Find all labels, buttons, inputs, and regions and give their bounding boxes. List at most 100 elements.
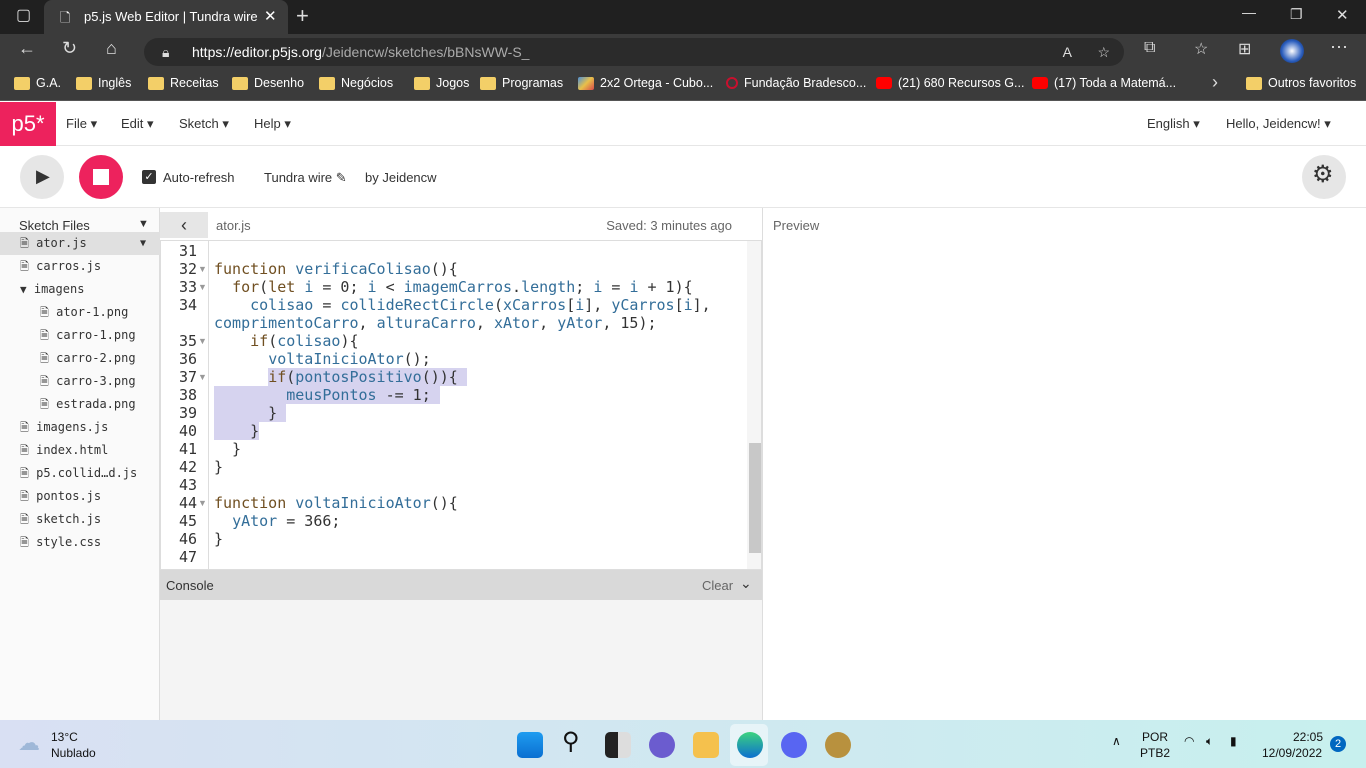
file-item[interactable]: 🗎 carro-2.png xyxy=(0,347,160,370)
file-item[interactable]: 🗎 estrada.png xyxy=(0,393,160,416)
bookmark-item[interactable]: (21) 680 Recursos G... xyxy=(876,76,1024,90)
clock-time[interactable]: 22:05 xyxy=(1293,730,1323,744)
code-token: for xyxy=(232,278,260,296)
code-line: } xyxy=(214,440,241,458)
code-token: = xyxy=(313,296,341,314)
settings-button[interactable]: ⚙ xyxy=(1302,155,1346,199)
profile-avatar[interactable] xyxy=(1280,39,1304,63)
file-item[interactable]: 🗎 carro-1.png xyxy=(0,324,160,347)
code-token: ], xyxy=(692,296,711,314)
back-icon[interactable]: ← xyxy=(18,38,36,59)
more-icon[interactable]: ⋯ xyxy=(1330,37,1348,58)
code-token: alturaCarro xyxy=(376,314,476,332)
collections-icon[interactable]: ⊞ xyxy=(1238,39,1251,59)
console-clear-button[interactable]: Clear xyxy=(702,578,733,593)
sidebar-menu-chevron-icon[interactable]: ▼ xyxy=(138,218,149,230)
menu-edit[interactable]: Edit ▾ xyxy=(121,116,154,132)
file-item[interactable]: 🗎 imagens.js xyxy=(0,416,160,439)
file-item[interactable]: 🗎 ator-1.png xyxy=(0,301,160,324)
bookmark-item[interactable]: 2x2 Ortega - Cubo... xyxy=(578,76,713,90)
collapse-console-chevron-icon[interactable]: ⌄ xyxy=(740,575,752,592)
more-bookmarks-chevron-icon[interactable]: › xyxy=(1212,72,1218,93)
scrollbar-thumb[interactable] xyxy=(749,443,761,553)
browser-tab[interactable]: 🗋 p5.js Web Editor | Tundra wire ✕ xyxy=(44,0,288,34)
close-window-icon[interactable]: ✕ xyxy=(1336,6,1349,24)
fold-arrow-icon[interactable]: ▼ xyxy=(198,494,207,512)
bookmark-item[interactable]: Programas xyxy=(480,76,563,90)
line-number: 33 xyxy=(178,278,197,296)
file-item[interactable]: 🗎 index.html xyxy=(0,439,160,462)
language-menu[interactable]: English ▾ xyxy=(1147,116,1200,132)
file-item[interactable]: 🗎 pontos.js xyxy=(0,485,160,508)
bookmark-item[interactable]: Jogos xyxy=(414,76,469,90)
menu-sketch[interactable]: Sketch ▾ xyxy=(179,116,229,132)
battery-icon[interactable]: ▮ xyxy=(1230,734,1237,748)
bookmark-other-favorites[interactable]: Outros favoritos xyxy=(1246,76,1356,90)
fold-arrow-icon[interactable]: ▼ xyxy=(198,368,207,386)
bookmark-label: Receitas xyxy=(170,76,219,90)
url-input[interactable]: 🔒︎ https://editor.p5js.org/Jeidencw/sket… xyxy=(144,38,1124,66)
stop-button[interactable] xyxy=(79,155,123,199)
bookmark-item[interactable]: G.A. xyxy=(14,76,61,90)
file-item[interactable]: 🗎 carros.js xyxy=(0,255,160,278)
bookmark-item[interactable]: Negócios xyxy=(319,76,393,90)
refresh-icon[interactable]: ↻ xyxy=(62,38,77,59)
wifi-icon[interactable]: ◠ xyxy=(1184,734,1194,748)
language-indicator[interactable]: POR xyxy=(1142,730,1168,744)
home-icon[interactable]: ⌂ xyxy=(106,38,117,59)
file-item[interactable]: 🗎 ator.js ▼ xyxy=(0,232,160,255)
notification-badge[interactable]: 2 xyxy=(1330,736,1346,752)
p5-logo[interactable]: p5* xyxy=(0,102,56,146)
league-of-legends-icon[interactable] xyxy=(825,732,851,758)
new-tab-icon[interactable]: + xyxy=(296,3,309,29)
menu-file[interactable]: File ▾ xyxy=(66,116,97,132)
weather-temp[interactable]: 13°C xyxy=(51,730,78,744)
file-options-chevron-icon[interactable]: ▼ xyxy=(140,232,146,255)
tab-actions-icon[interactable]: ▢ xyxy=(16,5,31,25)
task-view-icon[interactable] xyxy=(605,732,631,758)
discord-icon[interactable] xyxy=(781,732,807,758)
play-button[interactable]: ▶ xyxy=(20,155,64,199)
scrollbar[interactable] xyxy=(747,241,761,569)
favorite-icon[interactable]: ☆ xyxy=(1097,38,1110,66)
close-tab-icon[interactable]: ✕ xyxy=(264,7,277,25)
auto-refresh-checkbox[interactable]: ✓ xyxy=(142,170,156,184)
bookmark-item[interactable]: Desenho xyxy=(232,76,304,90)
fold-arrow-icon[interactable]: ▼ xyxy=(198,332,207,350)
bookmark-item[interactable]: Receitas xyxy=(148,76,219,90)
file-icon: 🗎 xyxy=(20,444,29,457)
minimize-icon[interactable]: — xyxy=(1242,4,1256,20)
fold-arrow-icon[interactable]: ▼ xyxy=(198,260,207,278)
bookmark-item[interactable]: Fundação Bradesco... xyxy=(726,76,866,90)
weather-desc[interactable]: Nublado xyxy=(51,746,96,760)
file-item[interactable]: 🗎 style.css xyxy=(0,531,160,554)
collapse-sidebar-button[interactable]: ‹ xyxy=(160,212,208,238)
file-item[interactable]: ▼ imagens xyxy=(0,278,160,301)
edge-icon[interactable] xyxy=(737,732,763,758)
show-hidden-icons-chevron-icon[interactable]: ∧ xyxy=(1112,734,1121,748)
code-line: comprimentoCarro, alturaCarro, xAtor, yA… xyxy=(214,314,657,332)
search-icon[interactable]: ⚲ xyxy=(562,727,580,756)
keyboard-layout[interactable]: PTB2 xyxy=(1140,746,1170,760)
clock-date[interactable]: 12/09/2022 xyxy=(1262,746,1322,760)
file-item[interactable]: 🗎 sketch.js xyxy=(0,508,160,531)
sketch-owner[interactable]: by Jeidencw xyxy=(365,170,437,185)
fold-arrow-icon[interactable]: ▼ xyxy=(198,278,207,296)
file-item[interactable]: 🗎 carro-3.png xyxy=(0,370,160,393)
file-item[interactable]: 🗎 p5.collid…d.js xyxy=(0,462,160,485)
menu-help[interactable]: Help ▾ xyxy=(254,116,291,132)
sketch-name[interactable]: Tundra wire ✎ xyxy=(264,170,347,186)
restore-icon[interactable]: ❐ xyxy=(1290,6,1303,23)
bookmark-item[interactable]: (17) Toda a Matemá... xyxy=(1032,76,1176,90)
read-aloud-icon[interactable]: A xyxy=(1063,38,1072,66)
favorites-icon[interactable]: ☆ xyxy=(1194,39,1208,59)
extensions-icon[interactable]: ⧉ xyxy=(1144,39,1155,57)
file-explorer-icon[interactable] xyxy=(693,732,719,758)
url-path: /Jeidencw/sketches/bBNsWW-S_ xyxy=(321,44,530,60)
code-editor[interactable]: 31 32 ▼ function verificaColisao(){33 ▼ for(… xyxy=(160,240,762,570)
bookmark-item[interactable]: Inglês xyxy=(76,76,131,90)
user-menu[interactable]: Hello, Jeidencw! ▾ xyxy=(1226,116,1331,132)
start-icon[interactable] xyxy=(517,732,543,758)
teams-chat-icon[interactable] xyxy=(649,732,675,758)
volume-icon[interactable]: 🔈︎ xyxy=(1206,734,1213,749)
